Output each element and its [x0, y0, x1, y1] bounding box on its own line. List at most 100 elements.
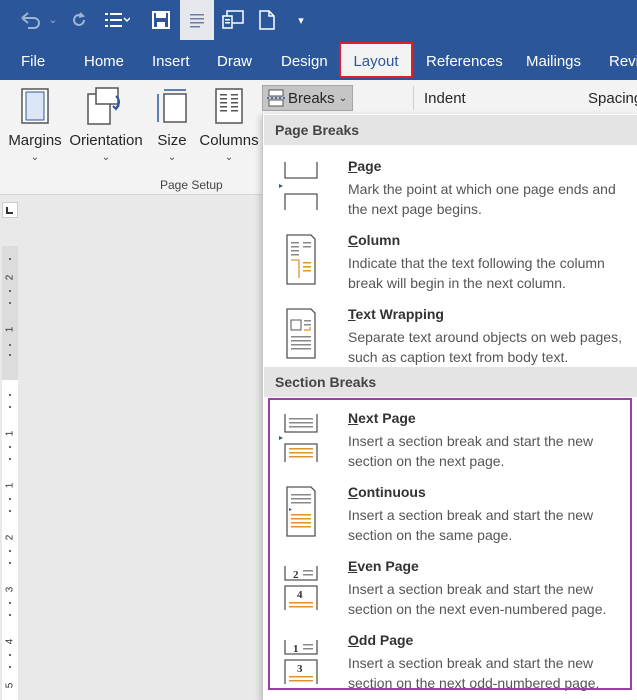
breaks-button[interactable]: Breaks ⌄: [262, 85, 353, 111]
undo-icon[interactable]: [16, 0, 46, 40]
margins-label: Margins: [8, 132, 62, 149]
margins-button[interactable]: Margins ⌄: [6, 80, 64, 180]
new-document-icon[interactable]: [252, 0, 282, 40]
continuous-break-icon: [286, 486, 316, 537]
refresh-icon[interactable]: [66, 0, 92, 40]
ruler-number: 1: [4, 482, 16, 489]
text-wrapping-title: Text Wrapping: [348, 306, 444, 322]
spacing-label: Spacing: [588, 90, 637, 107]
page-setup-group-label: Page Setup: [160, 178, 223, 192]
ruler-tick: [9, 666, 11, 668]
columns-label: Columns: [199, 132, 259, 149]
size-label: Size: [157, 132, 187, 149]
odd-page-section-break-item[interactable]: 1 3 Odd Page Insert a section break and …: [263, 624, 637, 696]
even-page-break-icon: 2 4: [284, 566, 318, 610]
svg-text:2: 2: [293, 569, 299, 581]
size-icon: [157, 89, 187, 123]
tab-layout[interactable]: Layout: [339, 42, 413, 78]
page-break-icon: [279, 162, 318, 210]
odd-page-title: Odd Page: [348, 632, 414, 648]
svg-text:1: 1: [293, 643, 299, 655]
ruler-number: 1: [4, 326, 16, 333]
tab-references[interactable]: References: [426, 42, 503, 80]
chevron-down-icon: ⌄: [224, 152, 234, 163]
screen-icon[interactable]: [218, 0, 248, 40]
ruler-number: 2: [4, 534, 16, 541]
ruler-tick: [9, 510, 11, 512]
page-breaks-header: Page Breaks: [264, 115, 637, 145]
undo-dropdown-icon[interactable]: ⌄: [46, 0, 60, 40]
page-break-title: Page: [348, 158, 382, 174]
divider: [413, 86, 414, 110]
column-break-title: Column: [348, 232, 401, 248]
columns-button[interactable]: Columns ⌄: [198, 80, 260, 180]
ruler-number: 1: [4, 430, 16, 437]
ruler-tick: [9, 406, 11, 408]
next-page-title: Next Page: [348, 410, 416, 426]
ruler-tick: [9, 602, 11, 604]
ruler-tick: [9, 498, 11, 500]
chevron-down-icon: ⌄: [338, 92, 348, 104]
svg-text:4: 4: [297, 589, 303, 601]
list-icon[interactable]: [100, 0, 134, 40]
column-break-icon: [286, 234, 316, 285]
tab-review[interactable]: Revi: [609, 42, 637, 80]
even-page-title: Even Page: [348, 558, 419, 574]
ruler-tick: [9, 344, 11, 346]
size-button[interactable]: Size ⌄: [152, 80, 192, 180]
text-wrapping-description: Separate text around objects on web page…: [348, 329, 622, 365]
text-wrapping-break-item[interactable]: Text Wrapping Separate text around objec…: [263, 298, 637, 370]
next-page-description: Insert a section break and start the new…: [348, 433, 594, 469]
ruler-tick: [9, 614, 11, 616]
ruler-tick: [9, 290, 11, 292]
chevron-down-icon: ⌄: [30, 152, 40, 163]
chevron-down-icon: ⌄: [101, 152, 111, 163]
ruler-number: 2: [4, 274, 16, 281]
even-page-description: Insert a section break and start the new…: [348, 581, 607, 617]
customize-icon[interactable]: ▾: [290, 0, 312, 40]
page-break-description: Mark the point at which one page ends an…: [348, 181, 616, 217]
tab-insert[interactable]: Insert: [152, 42, 190, 80]
tab-home[interactable]: Home: [84, 42, 124, 80]
next-page-break-icon: [279, 414, 318, 462]
continuous-description: Insert a section break and start the new…: [348, 507, 594, 543]
ruler-tick: [9, 258, 11, 260]
tab-draw[interactable]: Draw: [217, 42, 252, 80]
tab-file[interactable]: File: [21, 42, 45, 80]
columns-icon: [215, 88, 243, 124]
text-wrapping-icon: [286, 308, 316, 359]
tab-design[interactable]: Design: [281, 42, 328, 80]
ruler-number: 3: [4, 586, 16, 593]
ruler-tick: [9, 446, 11, 448]
odd-page-description: Insert a section break and start the new…: [348, 655, 600, 691]
ruler-margin-area: [2, 246, 18, 380]
odd-page-break-icon: 1 3: [284, 640, 318, 684]
ruler-tick: [9, 354, 11, 356]
indent-label: Indent: [424, 90, 466, 107]
continuous-title: Continuous: [348, 484, 426, 500]
even-page-section-break-item[interactable]: 2 4 Even Page Insert a section break and…: [263, 550, 637, 622]
save-icon[interactable]: [146, 0, 176, 40]
quick-access-toolbar: ⌄ ▾: [0, 0, 637, 42]
continuous-section-break-item[interactable]: Continuous Insert a section break and st…: [263, 476, 637, 548]
ruler-tick: [9, 654, 11, 656]
tab-mailings[interactable]: Mailings: [526, 42, 581, 80]
svg-text:3: 3: [297, 663, 303, 675]
orientation-label: Orientation: [69, 132, 143, 149]
view-icon[interactable]: [180, 0, 214, 40]
chevron-down-icon: ⌄: [167, 152, 177, 163]
vertical-ruler[interactable]: 2 1 1 1 2 3 4 5: [2, 246, 18, 700]
orientation-button[interactable]: Orientation ⌄: [66, 80, 146, 180]
section-breaks-header: Section Breaks: [264, 367, 637, 397]
ruler-number: 5: [4, 682, 16, 689]
page-break-item[interactable]: Page Mark the point at which one page en…: [263, 150, 637, 222]
ruler-number: 4: [4, 638, 16, 645]
tab-selector[interactable]: [2, 202, 18, 218]
orientation-icon: [87, 87, 120, 125]
breaks-icon: [267, 89, 285, 107]
column-break-item[interactable]: Column Indicate that the text following …: [263, 224, 637, 296]
breaks-dropdown-menu: Page Breaks Page Mark the point at which…: [262, 114, 637, 700]
ruler-tick: [9, 394, 11, 396]
ribbon-tabs: File Home Insert Draw Design Layout Refe…: [0, 42, 637, 80]
next-page-section-break-item[interactable]: Next Page Insert a section break and sta…: [263, 402, 637, 474]
